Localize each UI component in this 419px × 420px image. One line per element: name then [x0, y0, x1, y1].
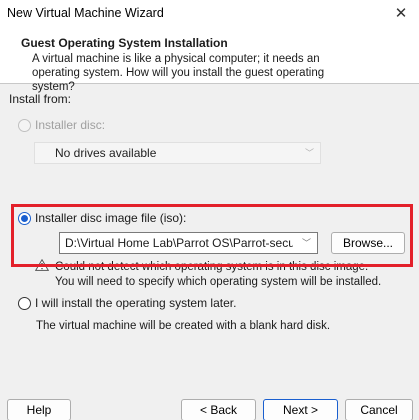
install-later-description: The virtual machine will be created with… [36, 320, 331, 332]
highlight-box [11, 204, 413, 267]
installer-disc-radio[interactable] [18, 119, 31, 132]
cancel-button[interactable]: Cancel [345, 399, 413, 420]
install-later-radio[interactable] [18, 297, 31, 310]
close-icon[interactable]: ✕ [389, 3, 413, 25]
install-later-label: I will install the operating system late… [35, 296, 237, 310]
install-from-label: Install from: [9, 92, 72, 106]
chevron-down-icon: ﹀ [304, 148, 314, 158]
title-bar: New Virtual Machine Wizard ✕ [0, 0, 419, 30]
page-description: A virtual machine is like a physical com… [32, 53, 325, 93]
button-bar: Help < Back Next > Cancel [0, 397, 419, 420]
warning-line-2: You will need to specify which operating… [55, 276, 382, 288]
help-button[interactable]: Help [7, 399, 71, 420]
window-title: New Virtual Machine Wizard [7, 6, 164, 20]
back-button[interactable]: < Back [181, 399, 256, 420]
installer-disc-label: Installer disc: [35, 118, 106, 132]
wizard-header: Guest Operating System Installation A vi… [0, 30, 419, 93]
next-button[interactable]: Next > [263, 399, 338, 420]
installer-disc-value: No drives available [55, 146, 157, 160]
page-title: Guest Operating System Installation [21, 36, 228, 50]
installer-disc-dropdown[interactable]: No drives available ﹀ [34, 142, 321, 164]
